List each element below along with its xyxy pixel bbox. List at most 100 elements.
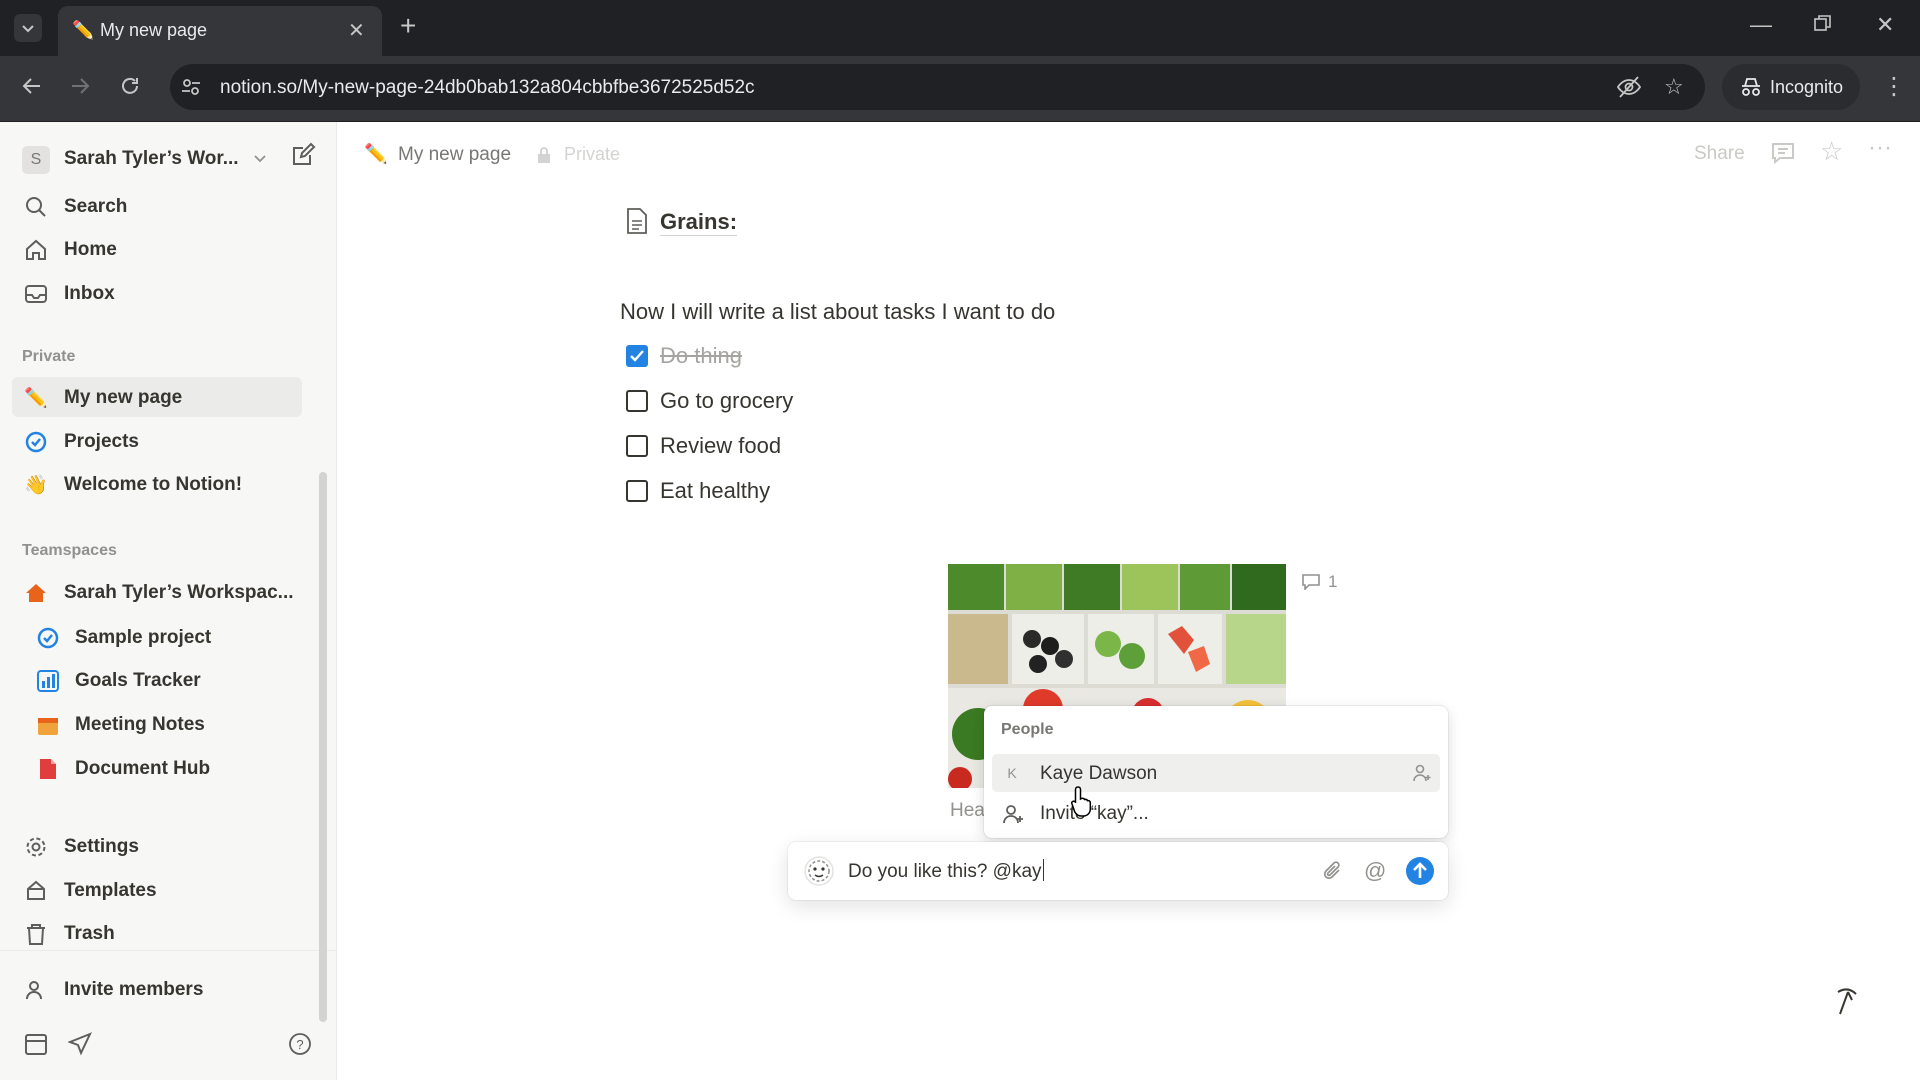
invite-members-label: Invite members: [64, 979, 204, 1000]
sidebar-item-trash[interactable]: Trash: [12, 913, 302, 953]
sidebar-item-search[interactable]: Search: [12, 186, 302, 226]
new-tab-icon[interactable]: +: [400, 10, 416, 42]
tab-title: My new page: [100, 20, 208, 40]
browser-toolbar: notion.so/My-new-page-24db0bab132a804cbb…: [0, 56, 1920, 122]
checkbox[interactable]: [626, 390, 648, 412]
todo-item[interactable]: Go to grocery: [626, 385, 1126, 421]
sidebar-item-label: Inbox: [64, 283, 115, 304]
wave-emoji-icon: 👋: [24, 475, 48, 496]
mention-popup-header: People: [1001, 721, 1054, 738]
incognito-label: Incognito: [1770, 77, 1844, 97]
sidebar-item-label: Goals Tracker: [75, 670, 201, 691]
attachment-icon[interactable]: [1322, 860, 1344, 882]
sidebar-item-teamspace[interactable]: Sarah Tyler’s Workspac...: [12, 572, 302, 612]
calendar-icon: [36, 713, 60, 737]
todo-label: Go to grocery: [660, 388, 794, 413]
mention-option-person[interactable]: K Kaye Dawson: [992, 754, 1440, 792]
image-caption: Hea: [950, 800, 985, 821]
gear-icon: [24, 835, 48, 859]
calendar-app-icon[interactable]: [24, 1032, 48, 1056]
send-plane-icon[interactable]: [68, 1032, 92, 1056]
close-tab-icon[interactable]: ✕: [348, 18, 365, 43]
workspace-switcher[interactable]: S Sarah Tyler’s Wor...: [22, 140, 318, 174]
todo-label: Do thing: [660, 343, 742, 368]
sidebar-item-label: Welcome to Notion!: [64, 474, 243, 495]
teamspaces-section-label: Teamspaces: [22, 542, 117, 559]
todo-item[interactable]: Eat healthy: [626, 475, 1126, 511]
share-button[interactable]: Share: [1694, 143, 1745, 165]
sidebar-item-goals-tracker[interactable]: Goals Tracker: [12, 660, 302, 700]
checkbox-checked[interactable]: [626, 345, 648, 367]
browser-tab[interactable]: ✏️ My new page ✕: [58, 6, 382, 56]
mention-option-invite[interactable]: Invite “kay”...: [992, 794, 1440, 832]
image-comment-count[interactable]: 1: [1302, 572, 1337, 592]
mention-popup: People K Kaye Dawson Invite “kay”...: [984, 706, 1448, 838]
sidebar-item-sample-project[interactable]: Sample project: [12, 617, 302, 657]
comments-icon[interactable]: [1770, 140, 1796, 166]
help-icon[interactable]: ?: [288, 1032, 312, 1056]
lock-icon: [536, 146, 552, 164]
close-window-icon[interactable]: ✕: [1876, 12, 1894, 38]
sidebar-item-label: Home: [64, 239, 117, 260]
incognito-icon: [1740, 76, 1762, 98]
svg-text:?: ?: [296, 1037, 303, 1052]
eye-off-icon[interactable]: [1616, 75, 1642, 99]
private-section-label: Private: [22, 348, 76, 365]
sidebar-item-templates[interactable]: Templates: [12, 870, 302, 910]
sidebar-item-meeting-notes[interactable]: Meeting Notes: [12, 704, 302, 744]
sidebar-item-settings[interactable]: Settings: [12, 826, 302, 866]
subpage-link[interactable]: Grains:: [626, 206, 766, 240]
sidebar-item-inbox[interactable]: Inbox: [12, 273, 302, 313]
todo-label: Eat healthy: [660, 478, 771, 503]
comment-input[interactable]: Do you like this? @kay: [848, 859, 1044, 883]
address-bar[interactable]: notion.so/My-new-page-24db0bab132a804cbb…: [170, 64, 1705, 110]
home-icon: [24, 238, 48, 262]
person-name: Kaye Dawson: [1040, 763, 1158, 784]
mouse-pointer-icon: [1070, 785, 1096, 817]
send-button[interactable]: [1406, 857, 1434, 885]
sidebar-item-home[interactable]: Home: [12, 229, 302, 269]
sidebar-item-label: Templates: [64, 880, 157, 901]
user-avatar: [804, 856, 834, 886]
goals-icon: [36, 669, 60, 693]
sidebar-item-projects[interactable]: Projects: [12, 421, 302, 461]
checkbox[interactable]: [626, 435, 648, 457]
todo-item[interactable]: Do thing: [626, 340, 1126, 376]
incognito-badge[interactable]: Incognito: [1722, 64, 1860, 110]
sidebar-scrollbar[interactable]: [319, 472, 327, 1022]
restore-icon[interactable]: [1814, 14, 1832, 32]
add-user-icon: [1412, 763, 1432, 783]
back-icon[interactable]: [20, 74, 44, 98]
privacy-label[interactable]: Private: [564, 144, 620, 165]
breadcrumb-page-title: My new page: [398, 144, 512, 165]
workspace-avatar: S: [22, 146, 50, 174]
minimize-icon[interactable]: —: [1750, 12, 1772, 38]
person-avatar: K: [1007, 765, 1017, 781]
comment-composer[interactable]: Do you like this? @kay @: [788, 842, 1448, 900]
projects-icon: [24, 430, 48, 454]
more-options-icon[interactable]: ···: [1868, 134, 1892, 162]
todo-item[interactable]: Review food: [626, 430, 1126, 466]
pencil-emoji-icon: ✏️: [24, 388, 48, 409]
invite-user-icon: [1002, 803, 1024, 825]
trash-icon: [24, 922, 48, 946]
favorite-star-icon[interactable]: ☆: [1820, 136, 1843, 167]
sidebar-item-my-new-page[interactable]: ✏️ My new page: [12, 377, 302, 417]
chevron-down-icon[interactable]: [252, 150, 268, 166]
tab-search-icon[interactable]: [14, 14, 42, 42]
mention-icon[interactable]: @: [1364, 858, 1386, 884]
sidebar-item-welcome[interactable]: 👋 Welcome to Notion!: [12, 464, 302, 504]
pencil-favicon-icon: ✏️: [72, 20, 95, 40]
add-user-icon: [24, 978, 48, 1002]
bookmark-star-icon[interactable]: ☆: [1664, 74, 1684, 100]
new-page-icon[interactable]: [290, 142, 316, 168]
ai-assistant-icon[interactable]: [1830, 984, 1864, 1018]
reload-icon[interactable]: [118, 74, 142, 98]
checkbox[interactable]: [626, 480, 648, 502]
url-text: notion.so/My-new-page-24db0bab132a804cbb…: [220, 77, 755, 98]
forward-icon[interactable]: [68, 74, 92, 98]
sidebar-item-document-hub[interactable]: Document Hub: [12, 748, 302, 788]
browser-menu-icon[interactable]: ⋮: [1882, 72, 1906, 101]
site-settings-icon[interactable]: [180, 76, 202, 98]
invite-members-button[interactable]: Invite members: [12, 969, 302, 1009]
